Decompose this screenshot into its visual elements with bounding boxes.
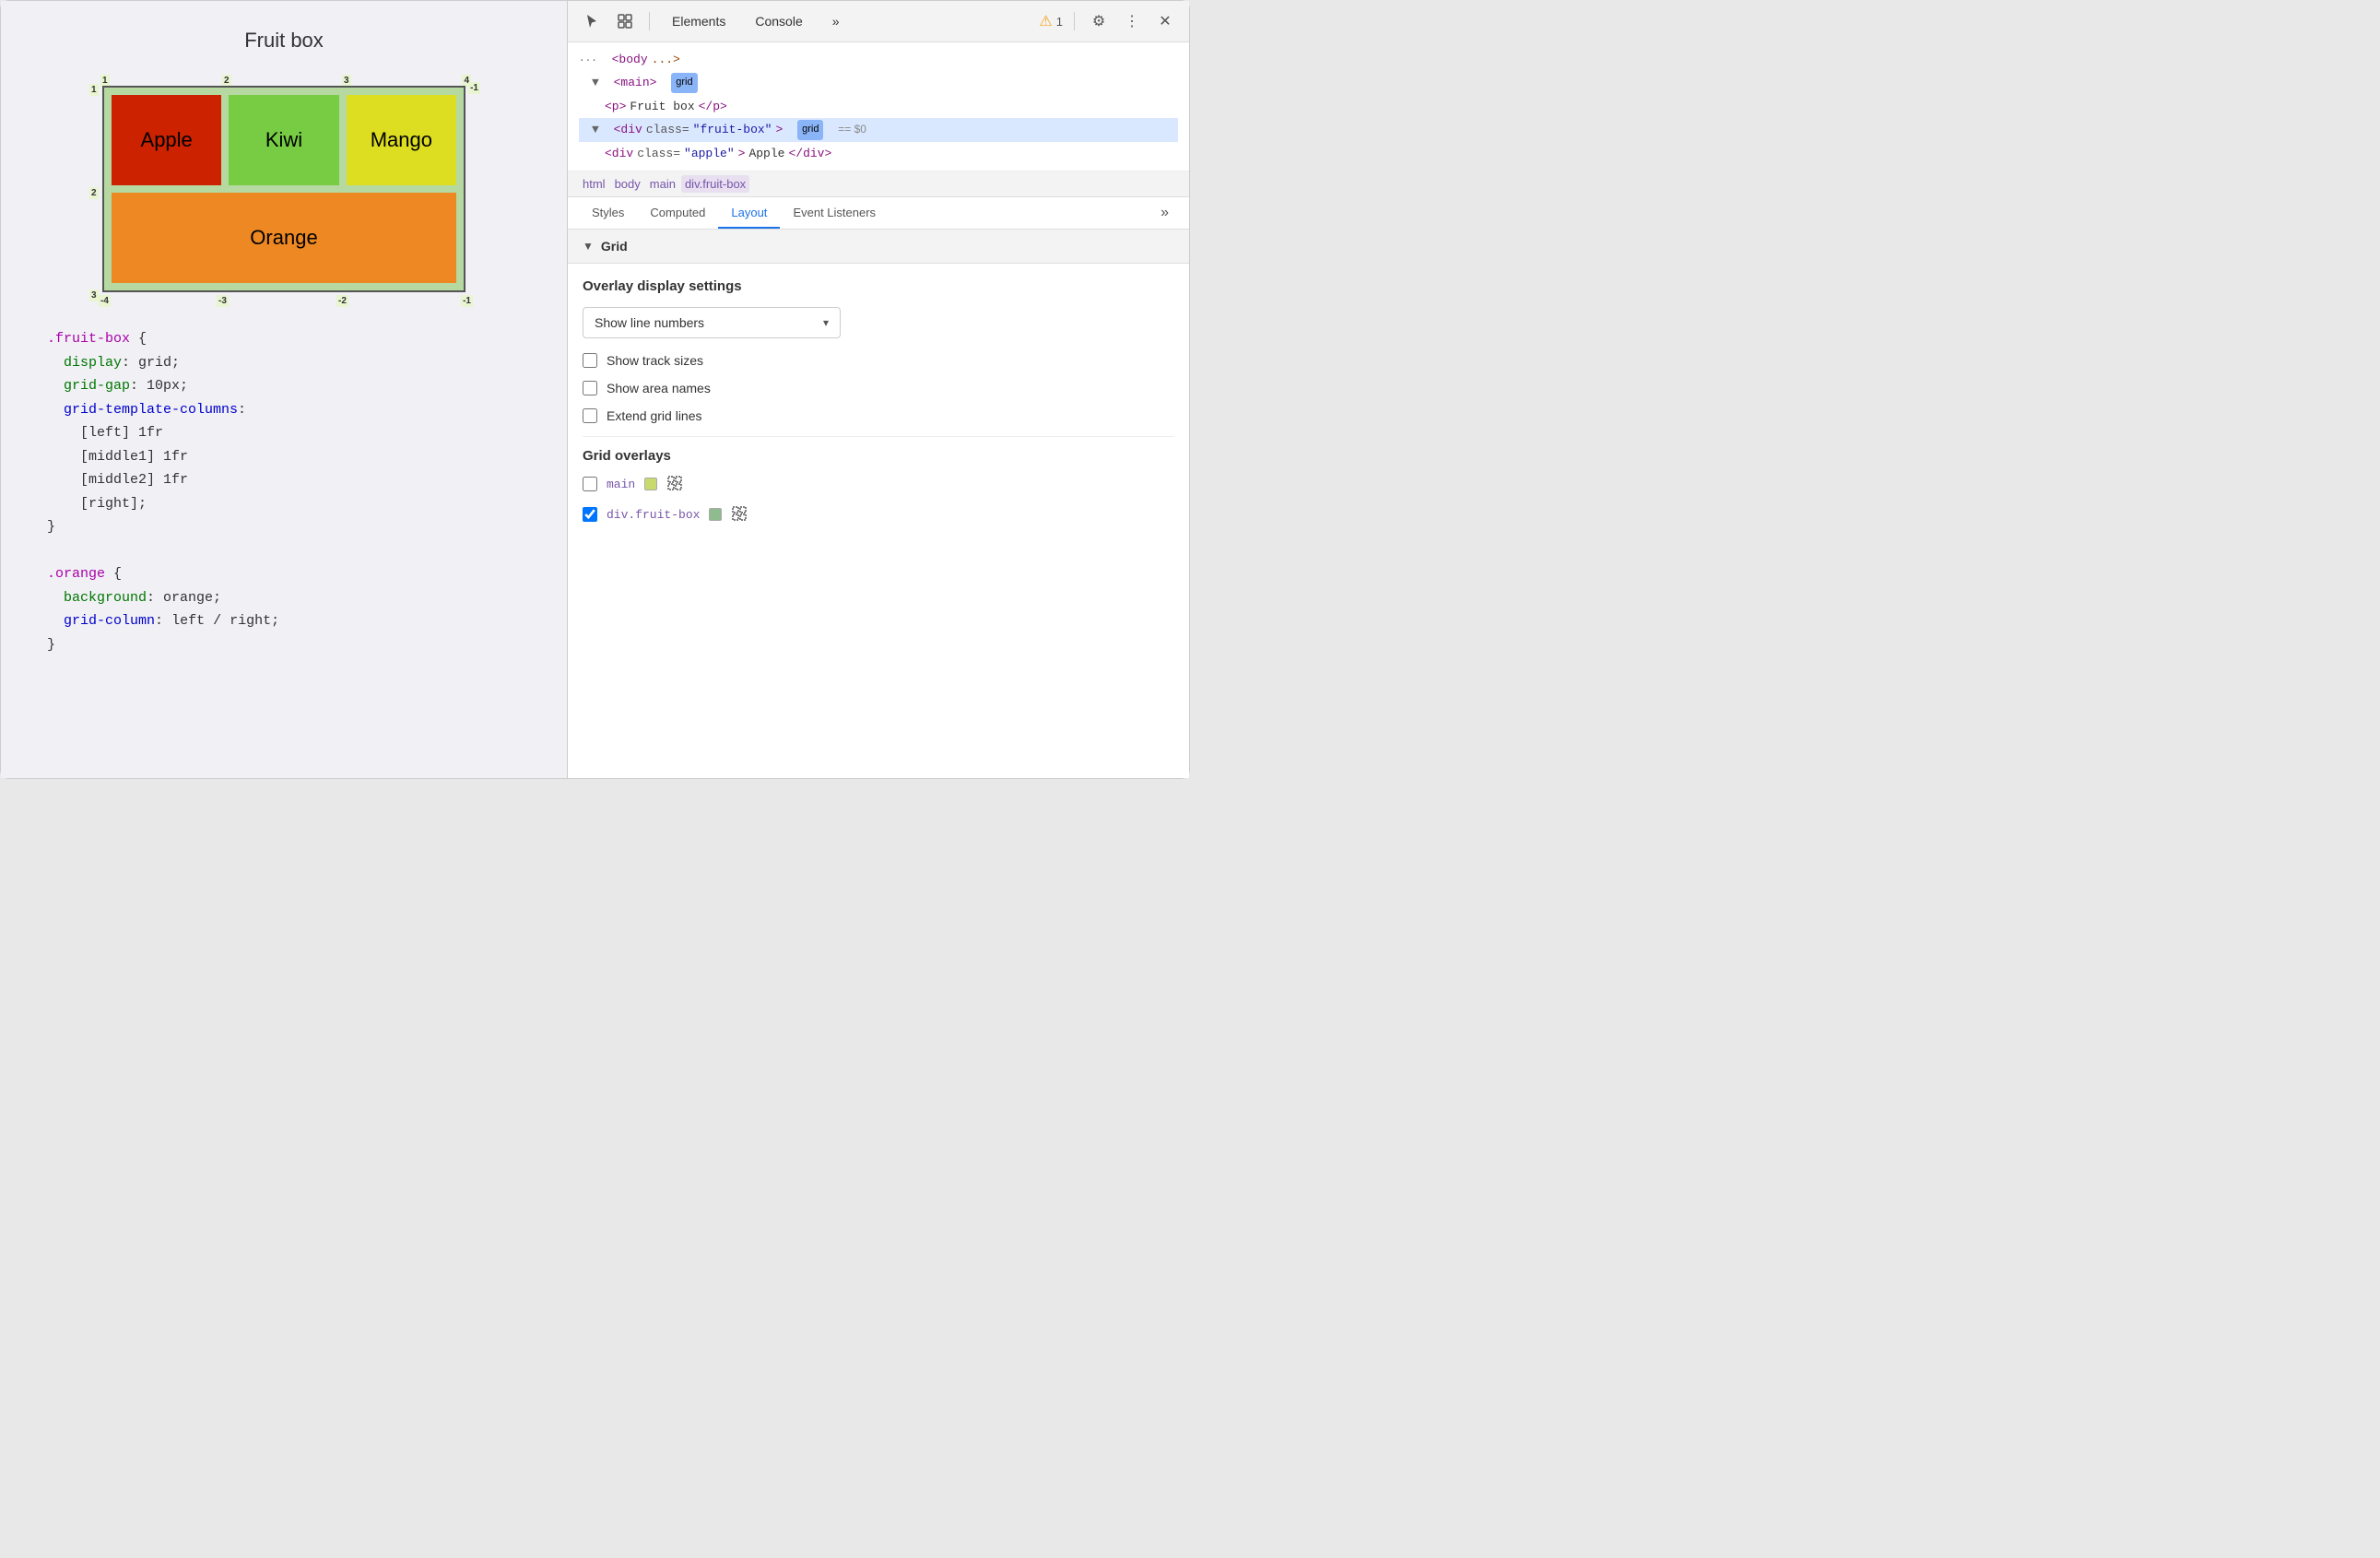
warning-icon: ⚠	[1039, 12, 1052, 30]
dropdown-label: Show line numbers	[595, 315, 704, 330]
show-area-names-checkbox[interactable]	[583, 381, 597, 395]
dom-line-fruit-box[interactable]: ▼ <div class= "fruit-box" > grid == $0	[579, 118, 1178, 141]
inspect-icon[interactable]	[612, 8, 638, 34]
code-area: .fruit-box { display: grid; grid-gap: 10…	[19, 327, 548, 656]
dropdown-row: Show line numbers ▾	[583, 307, 1174, 338]
grid-section-header[interactable]: ▼ Grid	[568, 230, 1189, 264]
dom-line-apple: <div class= "apple" > Apple </div>	[579, 142, 1178, 165]
tab-event-listeners[interactable]: Event Listeners	[780, 198, 889, 229]
code-line: [middle2] 1fr	[47, 468, 521, 492]
overlay-fruit-box-color-swatch[interactable]	[709, 508, 722, 521]
toolbar-separator	[649, 12, 650, 30]
code-line: [middle1] 1fr	[47, 445, 521, 469]
breadcrumb: html body main div.fruit-box	[568, 171, 1189, 197]
grid-num-left-2: 2	[89, 187, 99, 199]
toolbar-separator-2	[1074, 12, 1075, 30]
grid-overlays-title: Grid overlays	[583, 448, 1174, 464]
breadcrumb-main[interactable]: main	[646, 175, 679, 193]
panel-tabs: Styles Computed Layout Event Listeners »	[568, 197, 1189, 230]
panel-tabs-more[interactable]: »	[1151, 197, 1178, 229]
overlay-main-name: main	[607, 478, 635, 491]
cell-mango: Mango	[347, 95, 456, 185]
overlay-main-color-swatch[interactable]	[644, 478, 657, 490]
code-line: .fruit-box {	[47, 327, 521, 351]
tab-more[interactable]: »	[821, 10, 851, 32]
section-divider	[583, 436, 1174, 437]
overlay-main-checkbox[interactable]	[583, 477, 597, 491]
close-icon[interactable]: ✕	[1152, 8, 1178, 34]
grid-num-bot-neg1: -1	[461, 295, 473, 307]
cell-orange: Orange	[112, 193, 456, 283]
dropdown-arrow-icon: ▾	[823, 316, 829, 329]
grid-visualization: 1 2 3 4 1 2 3 -4 -3 -2 -1 -1 Apple Kiwi …	[86, 69, 482, 309]
overlay-row-fruit-box: div.fruit-box	[583, 505, 1174, 525]
grid-num-left-1: 1	[89, 84, 99, 96]
code-line: grid-column: left / right;	[47, 609, 521, 633]
code-line: grid-template-columns:	[47, 398, 521, 422]
extend-grid-lines-label: Extend grid lines	[607, 408, 702, 423]
warning-badge: ⚠ 1	[1039, 12, 1063, 30]
layout-content: ▼ Grid Overlay display settings Show lin…	[568, 230, 1189, 778]
dom-tree: ... <body ...> ▼ <main> grid <p> Fruit b…	[568, 42, 1189, 171]
breadcrumb-fruit-box[interactable]: div.fruit-box	[681, 175, 749, 193]
overlay-row-main: main	[583, 475, 1174, 494]
show-line-numbers-dropdown[interactable]: Show line numbers ▾	[583, 307, 841, 338]
code-line: }	[47, 515, 521, 539]
cell-apple: Apple	[112, 95, 221, 185]
grid-section-triangle: ▼	[583, 240, 594, 253]
grid-section-label: Grid	[601, 239, 628, 254]
fruit-box-grid: Apple Kiwi Mango Orange	[102, 86, 465, 292]
show-area-names-row: Show area names	[583, 381, 1174, 395]
gear-icon[interactable]: ⚙	[1086, 8, 1112, 34]
overlay-fruit-box-checkbox[interactable]	[583, 507, 597, 522]
grid-badge-main: grid	[671, 73, 697, 93]
code-line: [left] 1fr	[47, 421, 521, 445]
tab-computed[interactable]: Computed	[637, 198, 718, 229]
code-line: grid-gap: 10px;	[47, 374, 521, 398]
tab-layout[interactable]: Layout	[718, 198, 780, 229]
overlay-fruit-box-grid-icon[interactable]	[731, 505, 748, 525]
devtools-toolbar: Elements Console » ⚠ 1 ⚙ ⋮ ✕	[568, 1, 1189, 42]
cell-kiwi: Kiwi	[229, 95, 338, 185]
grid-badge-fruit-box: grid	[797, 120, 823, 140]
code-line: .orange {	[47, 562, 521, 586]
dom-line-main: ▼ <main> grid	[579, 71, 1178, 94]
devtools-panel: Elements Console » ⚠ 1 ⚙ ⋮ ✕ ... <body .…	[568, 1, 1189, 778]
tab-console[interactable]: Console	[744, 10, 813, 32]
extend-grid-lines-checkbox[interactable]	[583, 408, 597, 423]
code-line: }	[47, 633, 521, 657]
show-track-sizes-label: Show track sizes	[607, 353, 703, 368]
grid-num-bot-neg3: -3	[217, 295, 229, 307]
overlay-display-settings-title: Overlay display settings	[583, 278, 1174, 294]
grid-num-bot-neg4: -4	[99, 295, 111, 307]
dom-line-p: <p> Fruit box </p>	[579, 95, 1178, 118]
overlay-main-grid-icon[interactable]	[666, 475, 683, 494]
show-area-names-label: Show area names	[607, 381, 711, 395]
show-track-sizes-row: Show track sizes	[583, 353, 1174, 368]
tab-styles[interactable]: Styles	[579, 198, 637, 229]
breadcrumb-body[interactable]: body	[611, 175, 644, 193]
code-line: display: grid;	[47, 351, 521, 375]
more-vert-icon[interactable]: ⋮	[1119, 8, 1145, 34]
breadcrumb-html[interactable]: html	[579, 175, 609, 193]
tab-elements[interactable]: Elements	[661, 10, 736, 32]
overlay-fruit-box-name: div.fruit-box	[607, 508, 700, 522]
dom-line-body: ... <body ...>	[579, 48, 1178, 71]
grid-num-right-neg1: -1	[468, 82, 480, 94]
code-line: background: orange;	[47, 586, 521, 610]
extend-grid-lines-row: Extend grid lines	[583, 408, 1174, 423]
grid-section-body: Overlay display settings Show line numbe…	[568, 264, 1189, 550]
cursor-icon[interactable]	[579, 8, 605, 34]
grid-num-left-3: 3	[89, 289, 99, 301]
code-line: [right];	[47, 492, 521, 516]
show-track-sizes-checkbox[interactable]	[583, 353, 597, 368]
left-panel: Fruit box 1 2 3 4 1 2 3 -4 -3 -2 -1 -1 A…	[1, 1, 568, 778]
grid-num-bot-neg2: -2	[336, 295, 348, 307]
fruit-box-title: Fruit box	[244, 29, 324, 53]
